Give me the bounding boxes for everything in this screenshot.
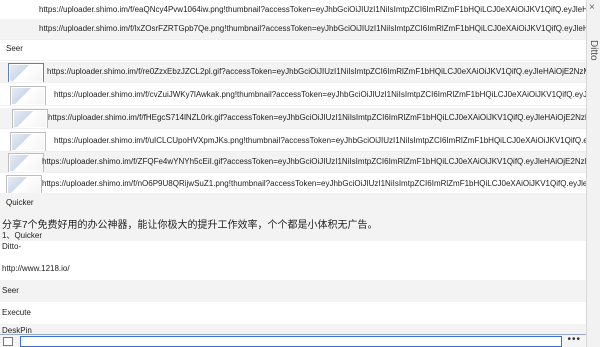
- caption-bar: × Ditto: [586, 0, 600, 347]
- clip-row[interactable]: http://www.1218.io/: [0, 258, 587, 280]
- clip-row[interactable]: https://uploader.shimo.im/f/re0ZzxEbzJZC…: [0, 62, 587, 83]
- clip-text: https://uploader.shimo.im/f/ZFQFe4wYNYh5…: [42, 157, 587, 166]
- close-icon[interactable]: ×: [589, 3, 595, 13]
- clip-list: https://uploader.shimo.im/f/eaQNcy4Pvw10…: [0, 0, 587, 347]
- more-options-button[interactable]: •••: [567, 334, 581, 345]
- clip-text: Execute: [2, 308, 31, 317]
- clip-text: https://uploader.shimo.im/f/lxZOsrFZRTGp…: [39, 24, 587, 33]
- clip-text: https://uploader.shimo.im/f/eaQNcy4Pvw10…: [39, 5, 587, 14]
- pin-checkbox[interactable]: [3, 337, 13, 346]
- clip-text: Seer: [2, 286, 19, 295]
- clip-row[interactable]: Execute: [0, 302, 587, 324]
- clip-thumbnail: [10, 132, 46, 151]
- multiline-clip[interactable]: Quicker 分享7个免费好用的办公神器，能让你极大的提升工作效率，个个都是小…: [0, 193, 587, 241]
- clip-text: https://uploader.shimo.im/f/cvZuiJWKy7lA…: [54, 90, 587, 99]
- clip-row[interactable]: Seer: [0, 39, 587, 61]
- clip-row[interactable]: Seer: [0, 280, 587, 302]
- clip-thumbnail: [10, 86, 46, 105]
- clip-row[interactable]: https://uploader.shimo.im/f/nO6P9U8QRijw…: [0, 174, 587, 195]
- window-title: Ditto: [588, 40, 599, 61]
- clip-continuation: Ditto-: [0, 238, 587, 256]
- clip-row[interactable]: https://uploader.shimo.im/f/fHEgcS714lNZ…: [0, 108, 587, 129]
- clip-line: Ditto-: [2, 242, 22, 251]
- clip-row[interactable]: https://uploader.shimo.im/f/cvZuiJWKy7lA…: [0, 85, 587, 106]
- clip-thumbnail: [8, 153, 44, 172]
- clip-line: 分享7个免费好用的办公神器，能让你极大的提升工作效率，个个都是小体积无广告。: [2, 220, 378, 231]
- clip-thumbnail: [6, 175, 42, 194]
- clip-text: https://uploader.shimo.im/f/uICLCUpoHVXp…: [54, 136, 587, 145]
- clip-text: http://www.1218.io/: [2, 264, 70, 273]
- search-bar: •••: [0, 334, 587, 347]
- clip-text: Seer: [6, 44, 23, 53]
- clip-text: https://uploader.shimo.im/f/nO6P9U8QRijw…: [42, 179, 587, 188]
- clip-line: Quicker: [6, 198, 34, 207]
- clip-text: https://uploader.shimo.im/f/fHEgcS714lNZ…: [48, 113, 587, 122]
- clip-text: https://uploader.shimo.im/f/re0ZzxEbzJZC…: [47, 67, 587, 76]
- clip-row[interactable]: https://uploader.shimo.im/f/ZFQFe4wYNYh5…: [0, 152, 587, 173]
- clip-row[interactable]: https://uploader.shimo.im/f/uICLCUpoHVXp…: [0, 131, 587, 152]
- clip-thumbnail: [12, 109, 48, 128]
- clip-row[interactable]: https://uploader.shimo.im/f/eaQNcy4Pvw10…: [0, 0, 587, 21]
- clip-row[interactable]: https://uploader.shimo.im/f/lxZOsrFZRTGp…: [0, 19, 587, 40]
- clip-thumbnail: [8, 63, 44, 82]
- search-input[interactable]: [20, 336, 562, 347]
